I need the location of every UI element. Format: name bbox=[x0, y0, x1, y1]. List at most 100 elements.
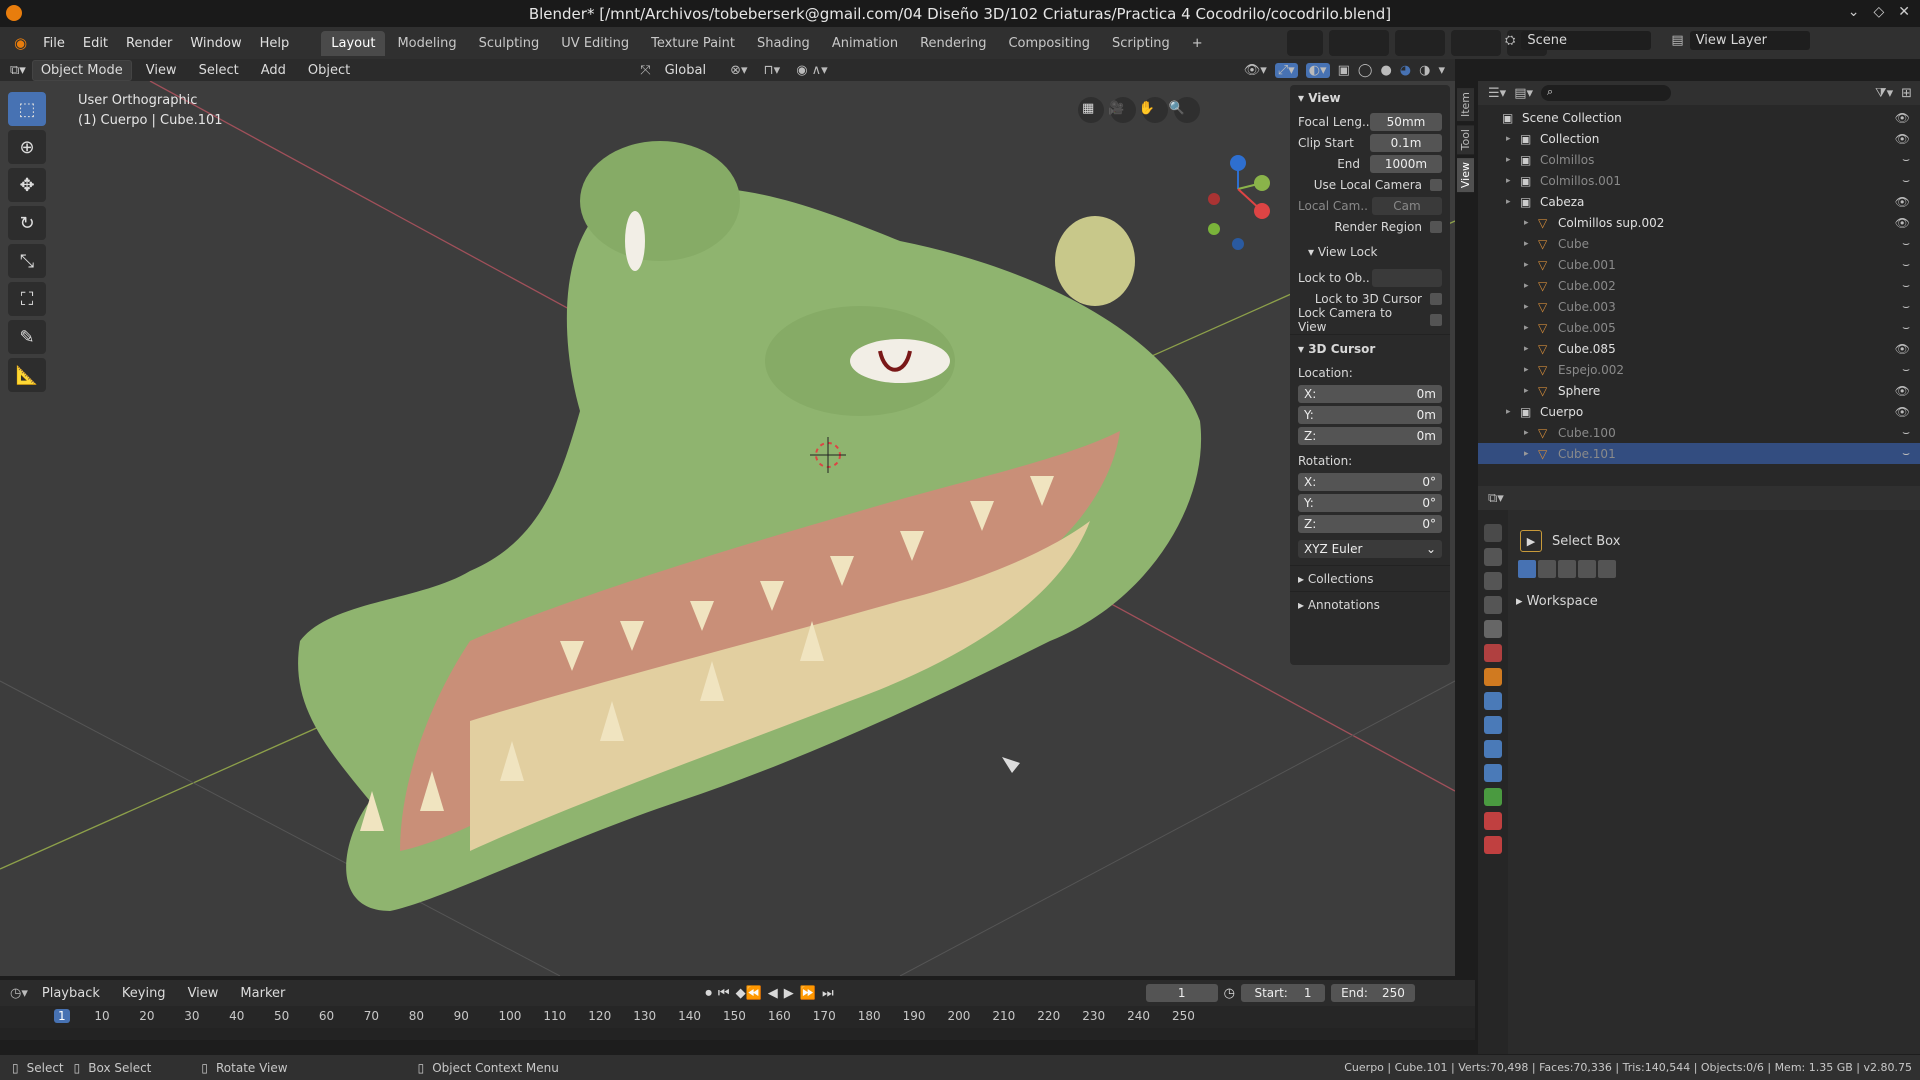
play-reverse-icon[interactable]: ◀ bbox=[768, 986, 778, 1001]
outliner-row[interactable]: ▸ ▽ Colmillos sup.002 👁 bbox=[1478, 212, 1920, 233]
header-select[interactable]: Select bbox=[191, 61, 247, 80]
cursor-location-y[interactable]: Y: 0m bbox=[1298, 405, 1442, 424]
jump-end-icon[interactable]: ⏭ bbox=[822, 986, 834, 1001]
snap-icon[interactable]: ⊓▾ bbox=[764, 63, 781, 78]
outliner-row[interactable]: ▸ ▽ Cube.001 ⌣ bbox=[1478, 254, 1920, 275]
menu-file[interactable]: File bbox=[35, 32, 73, 55]
visibility-eye-icon[interactable]: 👁 bbox=[1895, 405, 1910, 419]
visibility-icon[interactable]: 👁▾ bbox=[1244, 63, 1267, 78]
visibility-eye-icon[interactable]: ⌣ bbox=[1902, 236, 1910, 251]
local-camera-field[interactable]: Cam bbox=[1372, 196, 1442, 215]
outliner-row[interactable]: ▸ ▽ Cube ⌣ bbox=[1478, 233, 1920, 254]
expand-icon[interactable]: ▸ bbox=[1524, 239, 1529, 249]
visibility-eye-icon[interactable]: ⌣ bbox=[1902, 278, 1910, 293]
annotate-tool-icon[interactable]: ✎ bbox=[8, 320, 46, 354]
outliner-row[interactable]: ▣ Scene Collection 👁 bbox=[1478, 107, 1920, 128]
outliner-row[interactable]: ▸ ▽ Cube.101 ⌣ bbox=[1478, 443, 1920, 464]
visibility-eye-icon[interactable]: 👁 bbox=[1895, 216, 1910, 230]
timeline[interactable]: ◷▾ Playback Keying View Marker ⏺ ⏮ ◆⏪ ◀ … bbox=[0, 980, 1475, 1040]
minimize-icon[interactable]: ⌄ bbox=[1848, 4, 1860, 20]
render-properties-icon[interactable] bbox=[1484, 548, 1502, 566]
shading-material-icon[interactable]: ◕ bbox=[1400, 63, 1411, 78]
select-mode-new-icon[interactable] bbox=[1518, 560, 1536, 578]
menu-edit[interactable]: Edit bbox=[75, 32, 116, 55]
cursor-rotation-x[interactable]: X: 0° bbox=[1298, 472, 1442, 491]
object-properties-icon[interactable] bbox=[1484, 668, 1502, 686]
modifier-properties-icon[interactable] bbox=[1484, 692, 1502, 710]
visibility-eye-icon[interactable]: ⌣ bbox=[1902, 320, 1910, 335]
menu-window[interactable]: Window bbox=[182, 32, 249, 55]
expand-icon[interactable]: ▸ bbox=[1524, 344, 1529, 354]
tab-shading[interactable]: Shading bbox=[747, 31, 820, 56]
new-collection-icon[interactable]: ⊞ bbox=[1901, 86, 1920, 101]
3d-viewport[interactable]: User Orthographic (1) Cuerpo | Cube.101 … bbox=[0, 81, 1455, 976]
scene-field[interactable]: Scene bbox=[1521, 31, 1652, 50]
tab-animation[interactable]: Animation bbox=[822, 31, 908, 56]
header-object[interactable]: Object bbox=[300, 61, 358, 80]
clip-start-field[interactable]: 0.1m bbox=[1370, 133, 1442, 152]
outliner-row[interactable]: ▸ ▽ Sphere 👁 bbox=[1478, 380, 1920, 401]
expand-icon[interactable]: ▸ bbox=[1506, 407, 1511, 417]
cursor-location-x[interactable]: X: 0m bbox=[1298, 384, 1442, 403]
filter-icon[interactable]: ⧩▾ bbox=[1875, 86, 1893, 101]
texture-properties-icon[interactable] bbox=[1484, 836, 1502, 854]
visibility-eye-icon[interactable]: ⌣ bbox=[1902, 446, 1910, 461]
tool-properties-icon[interactable] bbox=[1484, 524, 1502, 542]
close-icon[interactable]: ✕ bbox=[1898, 4, 1910, 20]
tab-scripting[interactable]: Scripting bbox=[1102, 31, 1180, 56]
visibility-eye-icon[interactable]: 👁 bbox=[1895, 111, 1910, 125]
shading-solid-icon[interactable]: ● bbox=[1380, 63, 1391, 78]
timeline-playback[interactable]: Playback bbox=[34, 984, 108, 1003]
use-local-camera-checkbox[interactable] bbox=[1430, 178, 1442, 191]
orientation-dropdown[interactable]: Global bbox=[657, 61, 714, 80]
visibility-eye-icon[interactable]: ⌣ bbox=[1902, 152, 1910, 167]
tab-uv-editing[interactable]: UV Editing bbox=[551, 31, 639, 56]
expand-icon[interactable]: ▸ bbox=[1524, 428, 1529, 438]
expand-icon[interactable]: ▸ bbox=[1506, 176, 1511, 186]
view-layer-icon[interactable]: ▤ bbox=[1671, 33, 1683, 48]
select-mode-intersect-icon[interactable] bbox=[1598, 560, 1616, 578]
timeline-editor-icon[interactable]: ◷▾ bbox=[10, 986, 28, 1001]
view-layer-field[interactable]: View Layer bbox=[1689, 31, 1810, 50]
expand-icon[interactable]: ▸ bbox=[1506, 155, 1511, 165]
visibility-eye-icon[interactable]: ⌣ bbox=[1902, 173, 1910, 188]
expand-icon[interactable]: ▸ bbox=[1524, 260, 1529, 270]
play-icon[interactable]: ▶ bbox=[784, 986, 794, 1001]
measure-tool-icon[interactable]: 📐 bbox=[8, 358, 46, 392]
expand-icon[interactable]: ▸ bbox=[1524, 386, 1529, 396]
record-icon[interactable]: ⏺ bbox=[705, 986, 712, 1001]
timeline-keying[interactable]: Keying bbox=[114, 984, 174, 1003]
rotation-mode-dropdown[interactable]: XYZ Euler ⌄ bbox=[1298, 539, 1442, 558]
blender-menu-icon[interactable]: ◉ bbox=[8, 34, 33, 52]
tab-tool[interactable]: Tool bbox=[1457, 125, 1474, 155]
maximize-icon[interactable]: ◇ bbox=[1873, 4, 1884, 20]
viewport-canvas[interactable] bbox=[0, 81, 1455, 976]
move-tool-icon[interactable]: ✥ bbox=[8, 168, 46, 202]
menu-help[interactable]: Help bbox=[252, 32, 298, 55]
shading-options-icon[interactable]: ▾ bbox=[1438, 63, 1445, 78]
tab-texture-paint[interactable]: Texture Paint bbox=[641, 31, 745, 56]
outliner-row[interactable]: ▸ ▽ Cube.005 ⌣ bbox=[1478, 317, 1920, 338]
clip-end-field[interactable]: 1000m bbox=[1370, 154, 1442, 173]
collections-section[interactable]: ▸ Collections bbox=[1290, 565, 1450, 591]
header-add[interactable]: Add bbox=[253, 61, 294, 80]
outliner-row[interactable]: ▸ ▽ Cube.100 ⌣ bbox=[1478, 422, 1920, 443]
expand-icon[interactable]: ▸ bbox=[1524, 281, 1529, 291]
cursor-rotation-z[interactable]: Z: 0° bbox=[1298, 514, 1442, 533]
header-view[interactable]: View bbox=[138, 61, 185, 80]
mode-dropdown[interactable]: Object Mode bbox=[31, 59, 132, 81]
expand-icon[interactable]: ▸ bbox=[1506, 134, 1511, 144]
editor-type-icon[interactable]: ⧉▾ bbox=[10, 63, 26, 78]
expand-icon[interactable]: ▸ bbox=[1506, 197, 1511, 207]
output-properties-icon[interactable] bbox=[1484, 572, 1502, 590]
tab-view[interactable]: View bbox=[1457, 158, 1474, 193]
scale-tool-icon[interactable]: ⤡ bbox=[8, 244, 46, 278]
cursor-tool-icon[interactable]: ⊕ bbox=[8, 130, 46, 164]
overlay-icon[interactable]: ◐▾ bbox=[1305, 62, 1330, 78]
lock-3d-cursor-checkbox[interactable] bbox=[1430, 292, 1442, 305]
3d-cursor-header[interactable]: ▾ 3D Cursor bbox=[1290, 334, 1450, 362]
expand-icon[interactable]: ▸ bbox=[1524, 323, 1529, 333]
prev-keyframe-icon[interactable]: ◆⏪ bbox=[736, 986, 762, 1001]
rotate-tool-icon[interactable]: ↻ bbox=[8, 206, 46, 240]
select-box-icon[interactable]: ⬚ bbox=[8, 92, 46, 126]
